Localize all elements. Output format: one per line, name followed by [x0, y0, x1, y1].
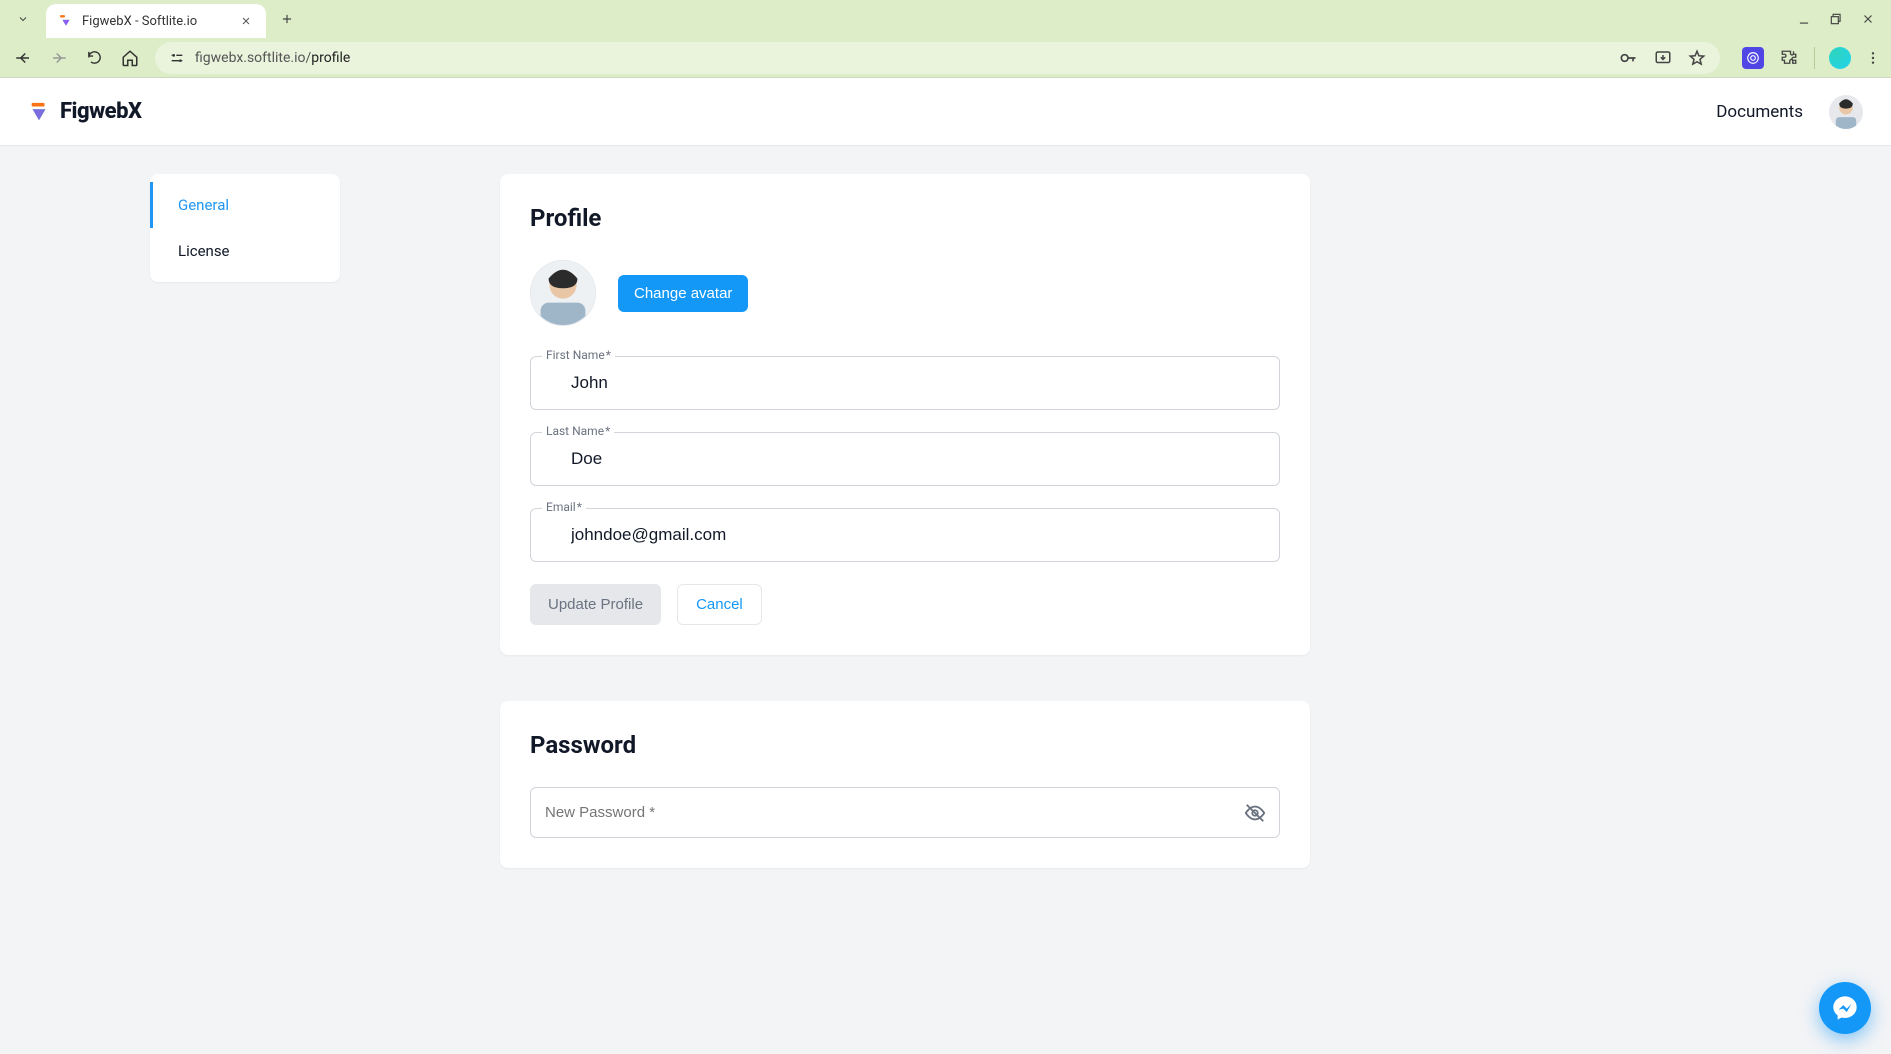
- password-key-icon[interactable]: [1618, 48, 1638, 68]
- last-name-field: Last Name*: [530, 432, 1280, 486]
- new-password-field: [530, 787, 1280, 838]
- avatar-icon: [531, 261, 595, 325]
- arrow-right-icon: [50, 49, 68, 67]
- password-title: Password: [530, 731, 1280, 759]
- profile-avatar: [530, 260, 596, 326]
- new-password-input[interactable]: [530, 787, 1280, 838]
- tab-list-caret[interactable]: [6, 13, 40, 25]
- home-icon: [121, 49, 139, 67]
- arrow-left-icon: [14, 49, 32, 67]
- site-info-button[interactable]: [169, 50, 185, 66]
- sidebar-item-general[interactable]: General: [150, 182, 340, 228]
- extension-icon-1[interactable]: [1742, 47, 1764, 69]
- email-input[interactable]: [530, 508, 1280, 562]
- window-close-button[interactable]: [1861, 12, 1875, 26]
- nav-forward-button[interactable]: [50, 49, 68, 67]
- tab-strip: FigwebX - Softlite.io: [0, 0, 1891, 38]
- extensions-button[interactable]: [1778, 47, 1800, 69]
- brand-name: FigwebX: [60, 99, 142, 124]
- chrome-profile-button[interactable]: [1829, 47, 1851, 69]
- profile-title: Profile: [530, 204, 1280, 232]
- app-header: FigwebX Documents: [0, 78, 1891, 146]
- nav-back-button[interactable]: [14, 49, 32, 67]
- messenger-icon: [1831, 994, 1859, 1022]
- chat-fab[interactable]: [1819, 982, 1871, 1034]
- email-label: Email*: [542, 500, 586, 514]
- profile-card: Profile Change avatar First Name* Last N…: [500, 174, 1310, 655]
- tab-title: FigwebX - Softlite.io: [82, 14, 230, 29]
- sidebar-item-label: License: [178, 242, 230, 260]
- puzzle-icon: [1780, 49, 1798, 67]
- restore-icon: [1829, 12, 1843, 26]
- tune-icon: [169, 50, 185, 66]
- reload-icon: [86, 49, 103, 66]
- cancel-button[interactable]: Cancel: [677, 584, 762, 625]
- sidebar-item-label: General: [178, 196, 229, 214]
- brand-mark-icon: [28, 101, 50, 123]
- tab-close-button[interactable]: [238, 13, 254, 29]
- first-name-input[interactable]: [530, 356, 1280, 410]
- separator: [1814, 47, 1815, 69]
- first-name-label: First Name*: [542, 348, 615, 362]
- last-name-input[interactable]: [530, 432, 1280, 486]
- last-name-label: Last Name*: [542, 424, 614, 438]
- chevron-down-icon: [17, 13, 29, 25]
- page-body: General License Profile Change avatar Fi…: [0, 146, 1891, 1054]
- browser-tab[interactable]: FigwebX - Softlite.io: [46, 4, 266, 38]
- toggle-password-visibility-button[interactable]: [1244, 802, 1266, 824]
- first-name-field: First Name*: [530, 356, 1280, 410]
- url-field[interactable]: figwebx.softlite.io/profile: [155, 42, 1720, 74]
- settings-sidebar: General License: [150, 174, 340, 282]
- address-bar: figwebx.softlite.io/profile: [0, 38, 1891, 78]
- plus-icon: [280, 12, 294, 26]
- star-icon: [1688, 49, 1706, 67]
- minimize-icon: [1797, 12, 1811, 26]
- email-field: Email*: [530, 508, 1280, 562]
- nav-reload-button[interactable]: [86, 49, 103, 66]
- sidebar-item-license[interactable]: License: [150, 228, 340, 274]
- close-icon: [1861, 12, 1875, 26]
- close-icon: [240, 15, 252, 27]
- chrome-menu-button[interactable]: [1865, 50, 1881, 66]
- nav-home-button[interactable]: [121, 49, 139, 67]
- eye-off-icon: [1244, 802, 1266, 824]
- new-tab-button[interactable]: [272, 12, 302, 26]
- window-controls: [1797, 12, 1885, 26]
- window-restore-button[interactable]: [1829, 12, 1843, 26]
- password-card: Password: [500, 701, 1310, 868]
- change-avatar-button[interactable]: Change avatar: [618, 275, 748, 312]
- browser-chrome: FigwebX - Softlite.io: [0, 0, 1891, 78]
- kebab-icon: [1865, 50, 1881, 66]
- window-minimize-button[interactable]: [1797, 12, 1811, 26]
- user-avatar[interactable]: [1829, 95, 1863, 129]
- update-profile-button[interactable]: Update Profile: [530, 584, 661, 625]
- url-text: figwebx.softlite.io/profile: [195, 50, 350, 66]
- bookmark-button[interactable]: [1688, 49, 1706, 67]
- tab-favicon-icon: [58, 13, 74, 29]
- nav-documents-link[interactable]: Documents: [1716, 102, 1803, 122]
- avatar-icon: [1829, 95, 1863, 129]
- install-app-icon[interactable]: [1654, 49, 1672, 67]
- brand-logo[interactable]: FigwebX: [28, 99, 142, 124]
